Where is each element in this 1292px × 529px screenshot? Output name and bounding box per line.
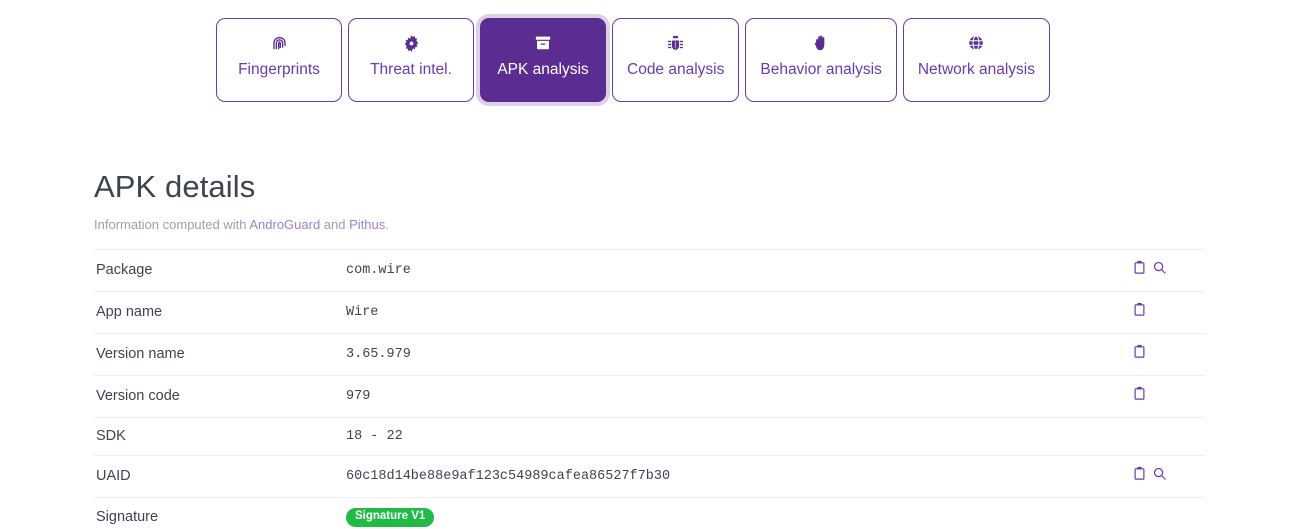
row-actions-cell (1116, 498, 1205, 529)
row-actions-cell (1116, 292, 1205, 334)
table-row: Signature Signature V1 (94, 497, 1205, 529)
row-value: 60c18d14be88e9af123c54989cafea86527f7b30 (346, 468, 671, 484)
tab-label: Network analysis (917, 61, 1035, 78)
subtitle-suffix: . (385, 217, 389, 232)
row-actions-cell (1116, 418, 1205, 456)
row-label: App name (96, 304, 163, 320)
row-value-cell: 3.65.979 (346, 334, 1116, 376)
pithus-link[interactable]: Pithus (349, 217, 385, 232)
globe-icon (967, 32, 985, 54)
row-actions-cell (1116, 250, 1205, 292)
tab-label: Fingerprints (238, 61, 320, 78)
archive-box-icon (534, 32, 552, 54)
row-label-cell: Version name (94, 334, 346, 376)
row-value: Wire (346, 304, 379, 320)
tab-network-analysis[interactable]: Network analysis (902, 18, 1050, 102)
tab-label: Threat intel. (370, 61, 452, 78)
row-value-cell: 18 - 22 (346, 418, 1116, 456)
fingerprint-icon (270, 32, 289, 54)
row-value-cell: Signature V1 (346, 498, 1116, 529)
tab-code-analysis[interactable]: Code analysis (612, 18, 740, 102)
row-label-cell: SDK (94, 418, 346, 456)
copy-icon[interactable] (1132, 302, 1147, 317)
androguard-link[interactable]: AndroGuard (249, 217, 320, 232)
page-title: APK details (94, 169, 256, 204)
row-label-cell: Version code (94, 376, 346, 418)
table-row: Version name 3.65.979 (94, 333, 1205, 376)
row-label: Package (96, 262, 153, 278)
copy-icon[interactable] (1132, 466, 1147, 481)
table-row: App name Wire (94, 291, 1205, 334)
row-value-cell: 979 (346, 376, 1116, 418)
row-actions-cell (1116, 376, 1205, 418)
tab-label: APK analysis (497, 61, 589, 78)
row-label: Version code (96, 388, 180, 404)
subtitle-prefix: Information computed with (94, 217, 250, 232)
row-value-cell: Wire (346, 292, 1116, 334)
table-row: Version code 979 (94, 375, 1205, 418)
row-value: com.wire (346, 262, 411, 278)
tab-label: Code analysis (627, 61, 725, 78)
copy-icon[interactable] (1132, 260, 1147, 275)
tab-fingerprints[interactable]: Fingerprints (216, 18, 342, 102)
tab-behavior-analysis[interactable]: Behavior analysis (745, 18, 897, 102)
search-icon[interactable] (1152, 260, 1167, 275)
status-badge: Signature V1 (346, 508, 435, 527)
virus-icon (402, 32, 421, 54)
page-subtitle: Information computed with AndroGuard and… (94, 205, 1206, 232)
row-label-cell: UAID (94, 456, 346, 498)
bug-icon (666, 32, 685, 54)
apk-details-body: Package com.wire App name Wire Version name 3… (94, 249, 1205, 529)
row-value: 979 (346, 388, 371, 404)
analysis-tab-strip: Fingerprints Threat intel. APK analysis Cod… (0, 0, 1292, 102)
row-value-cell: com.wire (346, 250, 1116, 292)
row-actions-cell (1116, 456, 1205, 498)
apk-details-table: Package com.wire App name Wire Version name 3… (94, 249, 1205, 529)
tab-threat-intel[interactable]: Threat intel. (348, 18, 474, 102)
row-label: UAID (96, 468, 131, 484)
copy-icon[interactable] (1132, 386, 1147, 401)
table-row: SDK 18 - 22 (94, 417, 1205, 456)
search-icon[interactable] (1152, 466, 1167, 481)
tab-apk-analysis[interactable]: APK analysis (480, 18, 606, 102)
row-label-cell: Signature (94, 498, 346, 529)
table-row: UAID 60c18d14be88e9af123c54989cafea86527f… (94, 455, 1205, 498)
table-row: Package com.wire (94, 249, 1205, 292)
row-label-cell: App name (94, 292, 346, 334)
hand-icon (812, 32, 831, 54)
row-label: Signature (96, 509, 159, 526)
subtitle-middle: and (320, 217, 350, 232)
apk-details-section: APK details Information computed with An… (0, 102, 1292, 529)
copy-icon[interactable] (1132, 344, 1147, 359)
row-value-cell: 60c18d14be88e9af123c54989cafea86527f7b30 (346, 456, 1116, 498)
tab-label: Behavior analysis (760, 61, 882, 78)
row-value: 3.65.979 (346, 346, 411, 362)
row-actions-cell (1116, 334, 1205, 376)
row-label: SDK (96, 428, 126, 444)
row-value: 18 - 22 (346, 428, 403, 444)
row-label: Version name (96, 346, 185, 362)
row-label-cell: Package (94, 250, 346, 292)
